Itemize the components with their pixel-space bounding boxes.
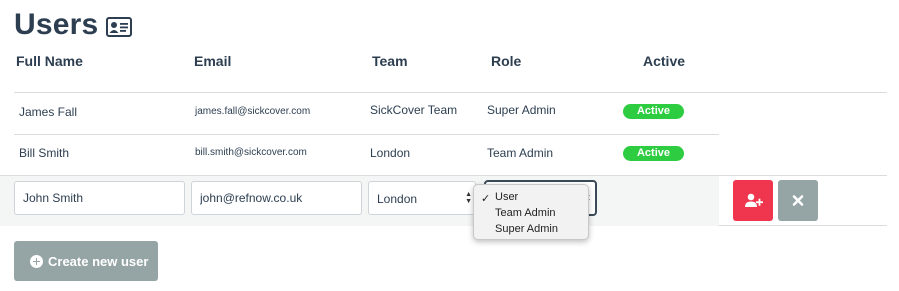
role-option-user[interactable]: User: [495, 191, 518, 203]
column-header-role: Role: [491, 53, 522, 69]
status-badge: Active: [623, 104, 684, 119]
user-role: Team Admin: [487, 146, 554, 160]
column-header-full-name: Full Name: [16, 53, 83, 69]
user-email: bill.smith@sickcover.com: [195, 147, 307, 158]
user-plus-icon: [745, 193, 763, 207]
role-dropdown-menu: ✓ User Team Admin Super Admin: [473, 184, 589, 240]
column-header-team: Team: [372, 53, 408, 69]
add-user-button[interactable]: [733, 180, 773, 221]
create-new-user-button[interactable]: Create new user: [14, 241, 158, 281]
close-icon: [792, 195, 804, 206]
user-team: London: [370, 146, 411, 160]
user-role: Super Admin: [487, 103, 556, 117]
full-name-input[interactable]: [14, 181, 185, 215]
email-input[interactable]: [191, 181, 362, 215]
plus-circle-icon: [30, 254, 43, 268]
contact-card-icon: [106, 17, 133, 37]
cancel-button[interactable]: [778, 180, 818, 221]
role-option-super-admin[interactable]: Super Admin: [495, 223, 558, 235]
user-team: SickCover Team: [370, 103, 458, 117]
table-divider: [14, 92, 887, 93]
team-select[interactable]: London ▲ ▼: [368, 181, 476, 215]
table-divider: [14, 134, 719, 135]
status-badge: Active: [623, 146, 684, 161]
select-arrows-icon: ▲▼: [465, 191, 472, 205]
column-header-active: Active: [643, 53, 686, 69]
page-title: Users: [14, 8, 99, 41]
page-header: Users: [14, 8, 133, 42]
column-header-email: Email: [194, 53, 232, 69]
checkmark-icon: ✓: [481, 193, 491, 205]
team-select-value: London: [377, 192, 418, 206]
user-name: Bill Smith: [19, 146, 70, 160]
role-option-team-admin[interactable]: Team Admin: [495, 207, 556, 219]
user-email: james.fall@sickcover.com: [195, 106, 311, 117]
create-new-user-label: Create new user: [48, 253, 149, 269]
user-name: James Fall: [19, 105, 78, 119]
